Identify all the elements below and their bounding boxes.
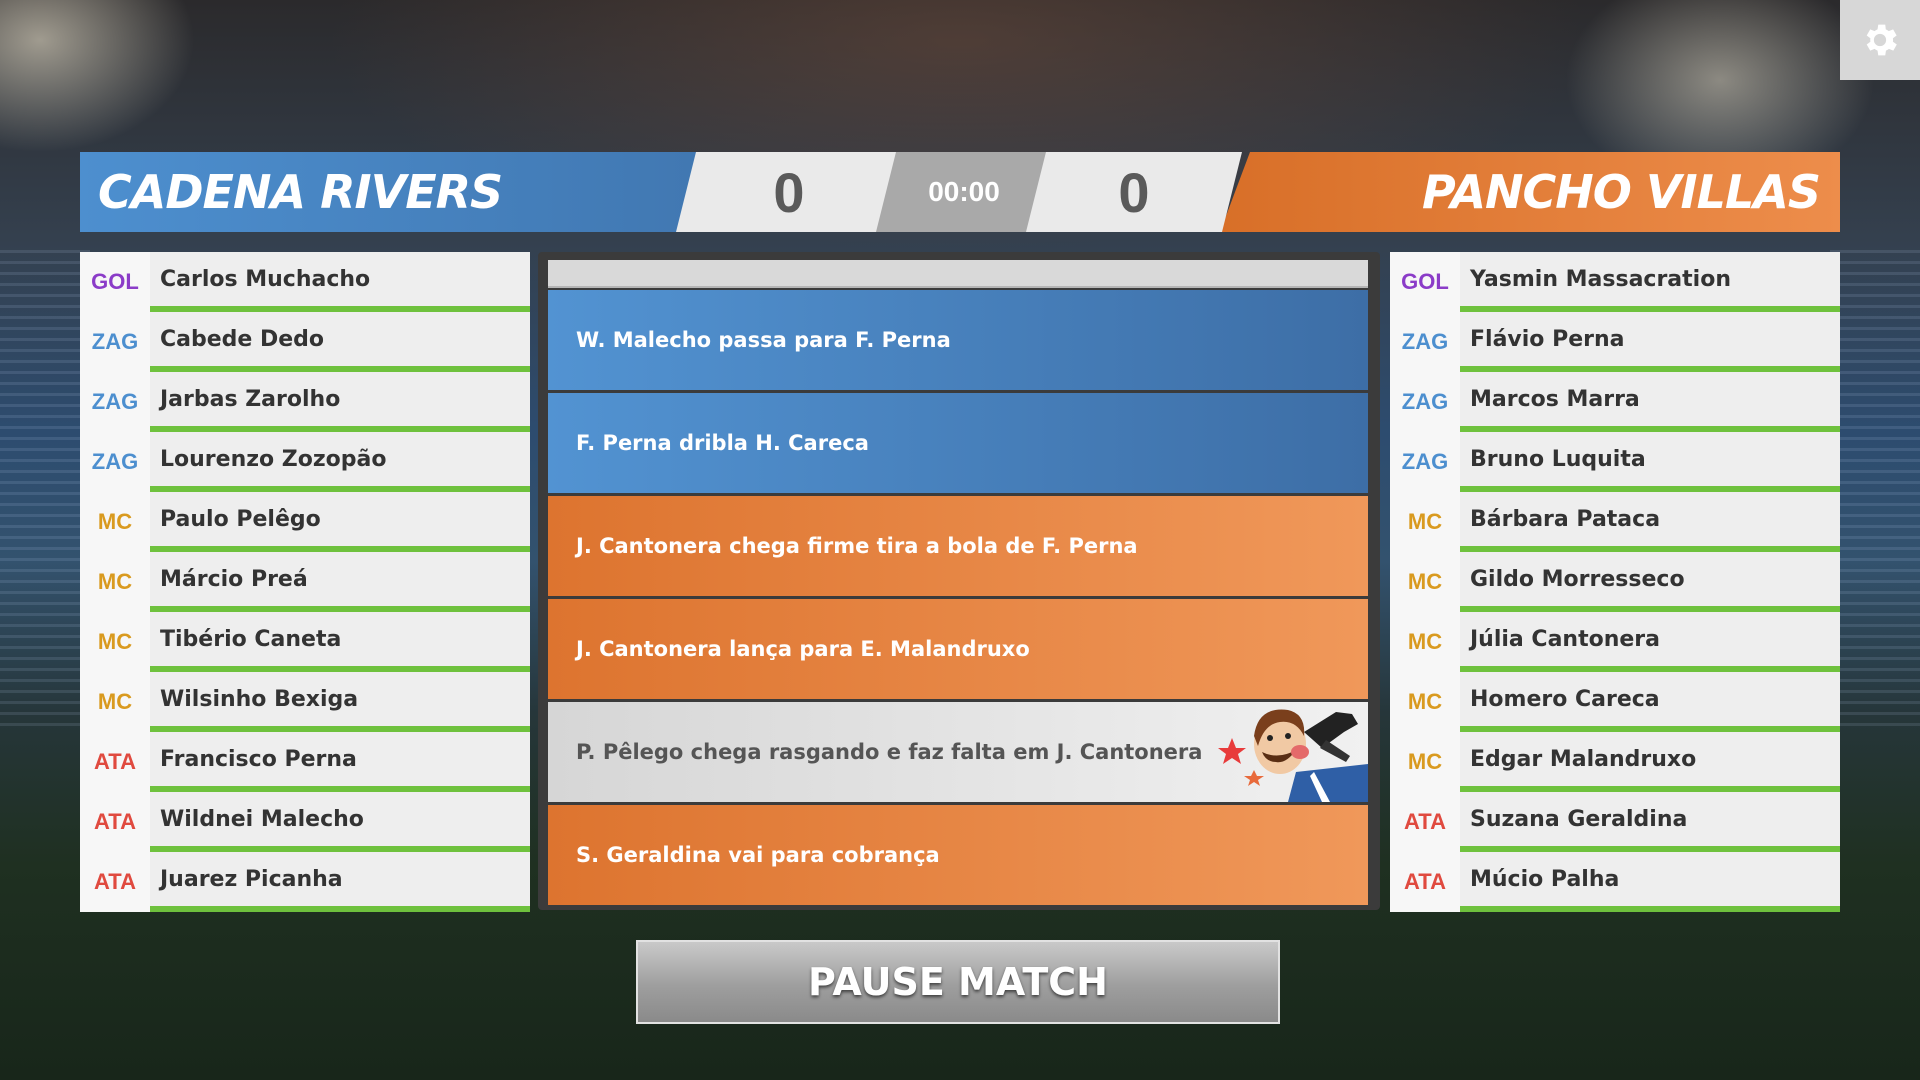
stadium-stand-left	[0, 250, 90, 730]
position-badge: ZAG	[1390, 312, 1460, 372]
position-badge: ATA	[1390, 792, 1460, 852]
player-name: Múcio Palha	[1460, 852, 1840, 912]
home-score: 0	[676, 152, 902, 232]
feed-header	[548, 260, 1368, 288]
settings-button[interactable]	[1840, 0, 1920, 80]
roster-row: ZAG Jarbas Zarolho	[80, 372, 530, 432]
position-badge: MC	[1390, 672, 1460, 732]
roster-row: ATA Suzana Geraldina	[1390, 792, 1840, 852]
position-badge: MC	[80, 552, 150, 612]
player-name: Yasmin Massacration	[1460, 252, 1840, 312]
position-badge: MC	[80, 672, 150, 732]
position-badge: MC	[1390, 612, 1460, 672]
player-name: Edgar Malandruxo	[1460, 732, 1840, 792]
player-name: Cabede Dedo	[150, 312, 530, 372]
position-badge: ZAG	[80, 432, 150, 492]
player-name: Carlos Muchacho	[150, 252, 530, 312]
position-badge: MC	[1390, 732, 1460, 792]
match-clock: 00:00	[876, 152, 1052, 232]
away-team-band: PANCHO VILLAS	[1220, 152, 1840, 232]
away-team-name: PANCHO VILLAS	[1421, 165, 1821, 219]
roster-row: ZAG Lourenzo Zozopão	[80, 432, 530, 492]
roster-row: MC Tibério Caneta	[80, 612, 530, 672]
away-roster: GOL Yasmin Massacration ZAG Flávio Perna Z…	[1390, 252, 1840, 912]
position-badge: GOL	[1390, 252, 1460, 312]
player-name: Wilsinho Bexiga	[150, 672, 530, 732]
position-badge: GOL	[80, 252, 150, 312]
position-badge: MC	[1390, 492, 1460, 552]
roster-row: MC Homero Careca	[1390, 672, 1840, 732]
position-badge: MC	[80, 612, 150, 672]
roster-row: MC Júlia Cantonera	[1390, 612, 1840, 672]
roster-row: ZAG Marcos Marra	[1390, 372, 1840, 432]
home-roster: GOL Carlos Muchacho ZAG Cabede Dedo ZAG Jar…	[80, 252, 530, 912]
roster-row: MC Bárbara Pataca	[1390, 492, 1840, 552]
event-item: W. Malecho passa para F. Perna	[548, 290, 1368, 390]
event-text: S. Geraldina vai para cobrança	[576, 843, 940, 867]
player-name: Marcos Marra	[1460, 372, 1840, 432]
roster-row: MC Paulo Pelêgo	[80, 492, 530, 552]
event-item: S. Geraldina vai para cobrança	[548, 805, 1368, 905]
roster-row: MC Edgar Malandruxo	[1390, 732, 1840, 792]
roster-row: ATA Wildnei Malecho	[80, 792, 530, 852]
roster-row: ZAG Flávio Perna	[1390, 312, 1840, 372]
player-name: Paulo Pelêgo	[150, 492, 530, 552]
roster-row: GOL Yasmin Massacration	[1390, 252, 1840, 312]
player-name: Suzana Geraldina	[1460, 792, 1840, 852]
player-name: Márcio Preá	[150, 552, 530, 612]
event-item: J. Cantonera lança para E. Malandruxo	[548, 599, 1368, 699]
player-name: Gildo Morresseco	[1460, 552, 1840, 612]
roster-row: ATA Múcio Palha	[1390, 852, 1840, 912]
roster-row: ATA Juarez Picanha	[80, 852, 530, 912]
foul-cartoon-icon	[1218, 709, 1368, 802]
home-team-name: CADENA RIVERS	[98, 165, 503, 219]
position-badge: ATA	[80, 852, 150, 912]
player-name: Wildnei Malecho	[150, 792, 530, 852]
position-badge: ATA	[1390, 852, 1460, 912]
pause-match-button[interactable]: PAUSE MATCH	[636, 940, 1280, 1024]
event-text: W. Malecho passa para F. Perna	[576, 328, 951, 352]
position-badge: ZAG	[1390, 432, 1460, 492]
roster-row: GOL Carlos Muchacho	[80, 252, 530, 312]
stadium-stand-right	[1830, 250, 1920, 730]
position-badge: MC	[1390, 552, 1460, 612]
roster-row: MC Gildo Morresseco	[1390, 552, 1840, 612]
player-name: Bruno Luquita	[1460, 432, 1840, 492]
scoreboard: CADENA RIVERS PANCHO VILLAS 0 00:00 0	[80, 152, 1840, 232]
away-score: 0	[1026, 152, 1242, 232]
position-badge: ZAG	[1390, 372, 1460, 432]
player-name: Homero Careca	[1460, 672, 1840, 732]
roster-row: MC Márcio Preá	[80, 552, 530, 612]
event-text: J. Cantonera chega firme tira a bola de …	[576, 534, 1138, 558]
player-name: Flávio Perna	[1460, 312, 1840, 372]
player-name: Júlia Cantonera	[1460, 612, 1840, 672]
event-item: J. Cantonera chega firme tira a bola de …	[548, 496, 1368, 596]
position-badge: ATA	[80, 732, 150, 792]
event-text: P. Pêlego chega rasgando e faz falta em …	[576, 740, 1203, 764]
position-badge: ATA	[80, 792, 150, 852]
event-text: J. Cantonera lança para E. Malandruxo	[576, 637, 1030, 661]
roster-row: ATA Francisco Perna	[80, 732, 530, 792]
position-badge: MC	[80, 492, 150, 552]
roster-row: MC Wilsinho Bexiga	[80, 672, 530, 732]
event-list: W. Malecho passa para F. Perna F. Perna …	[548, 290, 1368, 908]
player-name: Lourenzo Zozopão	[150, 432, 530, 492]
match-event-feed[interactable]: W. Malecho passa para F. Perna F. Perna …	[538, 252, 1380, 910]
player-name: Tibério Caneta	[150, 612, 530, 672]
player-name: Francisco Perna	[150, 732, 530, 792]
gear-icon	[1866, 24, 1897, 56]
position-badge: ZAG	[80, 372, 150, 432]
event-text: F. Perna dribla H. Careca	[576, 431, 869, 455]
player-name: Jarbas Zarolho	[150, 372, 530, 432]
position-badge: ZAG	[80, 312, 150, 372]
roster-row: ZAG Cabede Dedo	[80, 312, 530, 372]
roster-row: ZAG Bruno Luquita	[1390, 432, 1840, 492]
player-name: Bárbara Pataca	[1460, 492, 1840, 552]
event-item-foul: P. Pêlego chega rasgando e faz falta em …	[548, 702, 1368, 802]
event-item: F. Perna dribla H. Careca	[548, 393, 1368, 493]
player-name: Juarez Picanha	[150, 852, 530, 912]
